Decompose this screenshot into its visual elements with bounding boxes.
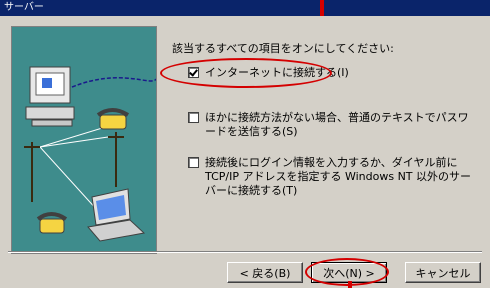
checkbox-plaintext-password[interactable] xyxy=(188,112,199,123)
cancel-button[interactable]: キャンセル xyxy=(405,262,481,283)
red-pointer-bottom xyxy=(348,281,352,288)
window-titlebar: サーバー xyxy=(0,0,490,16)
instruction-text: 該当するすべての項目をオンにしてください: xyxy=(172,42,394,55)
back-button[interactable]: < 戻る(B) xyxy=(227,262,303,283)
telephone-icon xyxy=(96,108,130,130)
red-pointer-top xyxy=(320,0,324,16)
computer-icon xyxy=(25,66,75,127)
window-title: サーバー xyxy=(4,2,44,13)
checkbox-non-nt-server[interactable] xyxy=(188,157,199,168)
option-plaintext-password[interactable]: ほかに接続方法がない場合、普通のテキストでパスワードを送信する(S) xyxy=(188,111,473,139)
utility-pole-icon xyxy=(24,132,124,202)
button-separator xyxy=(8,251,482,253)
highlight-ellipse-option xyxy=(160,58,332,88)
telephone-icon xyxy=(36,212,68,234)
option-label-plaintext-password: ほかに接続方法がない場合、普通のテキストでパスワードを送信する(S) xyxy=(205,111,469,138)
laptop-icon xyxy=(87,188,146,242)
option-non-nt-server[interactable]: 接続後にログイン情報を入力するか、ダイヤル前に TCP/IP アドレスを指定する… xyxy=(188,156,473,198)
option-label-non-nt-server: 接続後にログイン情報を入力するか、ダイヤル前に TCP/IP アドレスを指定する… xyxy=(205,156,472,197)
illustration-panel xyxy=(11,26,157,254)
highlight-ellipse-next xyxy=(305,258,389,286)
network-illustration xyxy=(24,66,156,242)
